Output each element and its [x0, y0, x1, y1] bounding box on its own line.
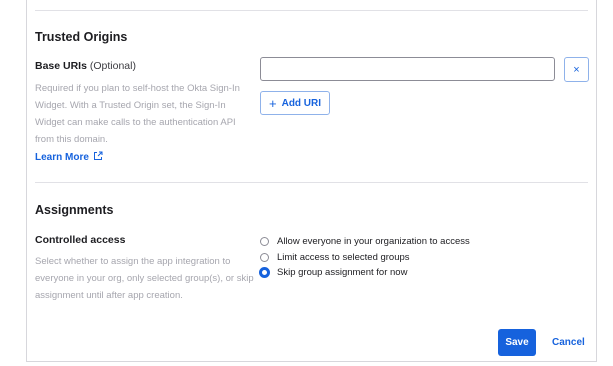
controlled-access-radio-group: Allow everyone in your organization to a… — [259, 234, 470, 281]
plus-icon: + — [269, 95, 277, 111]
learn-more-label: Learn More — [35, 152, 89, 163]
cancel-button[interactable]: Cancel — [548, 329, 589, 356]
radio-label: Skip group assignment for now — [277, 267, 408, 279]
top-divider — [35, 10, 588, 11]
add-uri-button[interactable]: + Add URI — [260, 91, 331, 115]
radio-label: Limit access to selected groups — [277, 251, 410, 263]
trusted-origins-heading: Trusted Origins — [35, 30, 128, 44]
controlled-access-label: Controlled access — [35, 234, 126, 246]
base-uris-label-text: Base URIs — [35, 60, 87, 72]
radio-option-allow-everyone[interactable]: Allow everyone in your organization to a… — [260, 234, 470, 250]
close-icon: × — [573, 63, 580, 76]
add-uri-label: Add URI — [281, 97, 322, 109]
external-link-icon — [93, 151, 103, 164]
base-uri-input[interactable] — [260, 57, 555, 81]
base-uris-help-text: Required if you plan to self-host the Ok… — [35, 83, 240, 145]
learn-more-link[interactable]: Learn More — [35, 151, 103, 164]
assignments-heading: Assignments — [35, 203, 114, 217]
controlled-access-help-text: Select whether to assign the app integra… — [35, 256, 254, 301]
radio-button[interactable] — [260, 252, 269, 262]
section-divider — [35, 182, 588, 183]
remove-uri-button[interactable]: × — [564, 57, 589, 82]
app-settings-panel: Trusted Origins Base URIs (Optional) Req… — [26, 0, 597, 362]
radio-label: Allow everyone in your organization to a… — [277, 236, 470, 248]
radio-option-limit-groups[interactable]: Limit access to selected groups — [260, 250, 470, 266]
radio-option-skip-assignment[interactable]: Skip group assignment for now — [259, 265, 470, 281]
radio-button[interactable] — [260, 237, 269, 247]
save-button[interactable]: Save — [498, 329, 536, 356]
base-uris-label: Base URIs (Optional) — [35, 60, 136, 72]
radio-button-selected[interactable] — [259, 267, 270, 279]
optional-tag: (Optional) — [89, 60, 136, 72]
